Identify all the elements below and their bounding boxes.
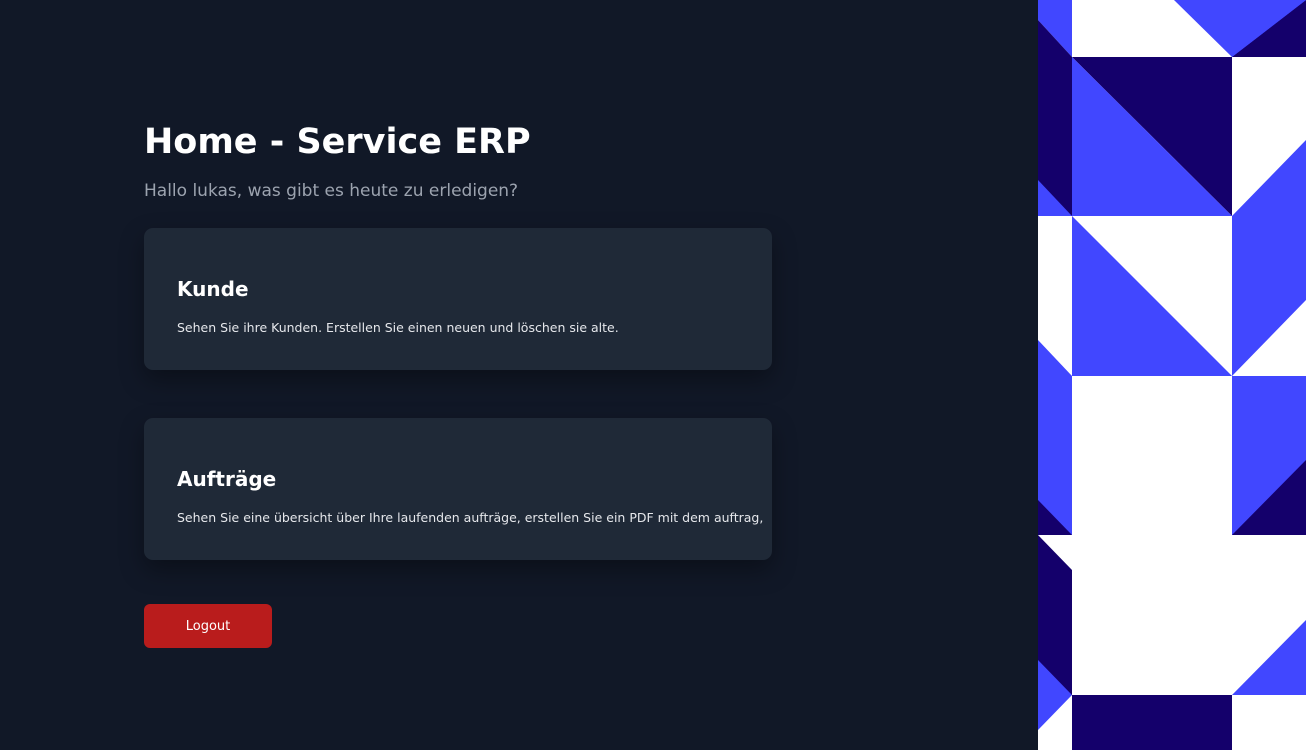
page-title: Home - Service ERP — [144, 122, 531, 162]
page: Home - Service ERP Hallo lukas, was gibt… — [0, 0, 1306, 750]
pattern-shape — [1072, 695, 1232, 750]
logout-button[interactable]: Logout — [144, 604, 272, 648]
geometric-pattern — [1038, 0, 1306, 750]
card-auftraege-title: Aufträge — [177, 467, 277, 491]
card-auftraege-description: Sehen Sie eine übersicht über Ihre laufe… — [177, 510, 764, 525]
card-kunde[interactable]: Kunde Sehen Sie ihre Kunden. Erstellen S… — [144, 228, 772, 370]
decorative-pattern-panel — [1038, 0, 1306, 750]
card-kunde-description: Sehen Sie ihre Kunden. Erstellen Sie ein… — [177, 320, 619, 335]
card-auftraege[interactable]: Aufträge Sehen Sie eine übersicht über I… — [144, 418, 772, 560]
card-kunde-title: Kunde — [177, 277, 249, 301]
main-content: Home - Service ERP Hallo lukas, was gibt… — [0, 0, 1038, 750]
greeting-text: Hallo lukas, was gibt es heute zu erledi… — [144, 181, 519, 201]
